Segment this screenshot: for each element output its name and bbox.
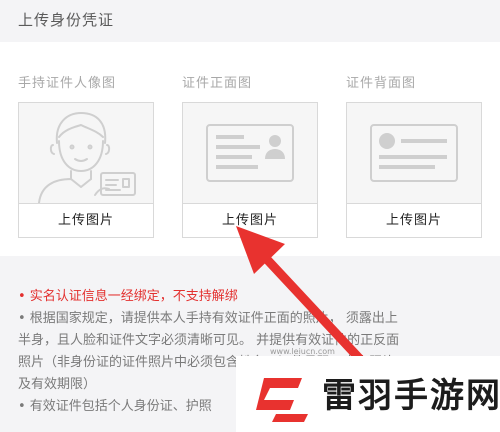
upload-back-button[interactable]: 上传图片 xyxy=(347,203,481,237)
person-holding-id-icon xyxy=(38,112,136,203)
id-card-front-icon xyxy=(206,124,294,182)
watermark-brand: 雷羽手游网 xyxy=(322,376,500,416)
upload-front-box[interactable]: 上传图片 xyxy=(182,102,318,238)
upload-handheld-button[interactable]: 上传图片 xyxy=(19,203,153,237)
id-card-back-icon xyxy=(370,124,458,182)
upload-front-label: 证件正面图 xyxy=(182,76,253,91)
section-header: 上传身份凭证 xyxy=(0,0,500,42)
upload-handheld-label: 手持证件人像图 xyxy=(18,76,117,91)
watermark-url: www.leiucn.com xyxy=(270,347,335,356)
brand-logo-icon xyxy=(256,378,308,422)
upload-back-box[interactable]: 上传图片 xyxy=(346,102,482,238)
upload-front-button[interactable]: 上传图片 xyxy=(183,203,317,237)
note-line: • 根据国家规定，请提供本人手持有效证件正面的照片， 须露出上 xyxy=(18,311,398,326)
watermark: 雷羽手游网 xyxy=(236,356,500,432)
note-line: 半身，且人脸和证件文字必须清晰可见。 并提供有效证件的正反面 xyxy=(18,333,400,348)
section-title: 上传身份凭证 xyxy=(18,11,115,29)
upload-back-label: 证件背面图 xyxy=(346,76,417,91)
warning-note: • 实名认证信息一经绑定，不支持解绑 xyxy=(18,289,238,304)
upload-handheld-box[interactable]: 上传图片 xyxy=(18,102,154,238)
upload-card: 手持证件人像图 上传图片 证件正面图 上传图片 证件背面图 上传图片 xyxy=(0,42,500,256)
